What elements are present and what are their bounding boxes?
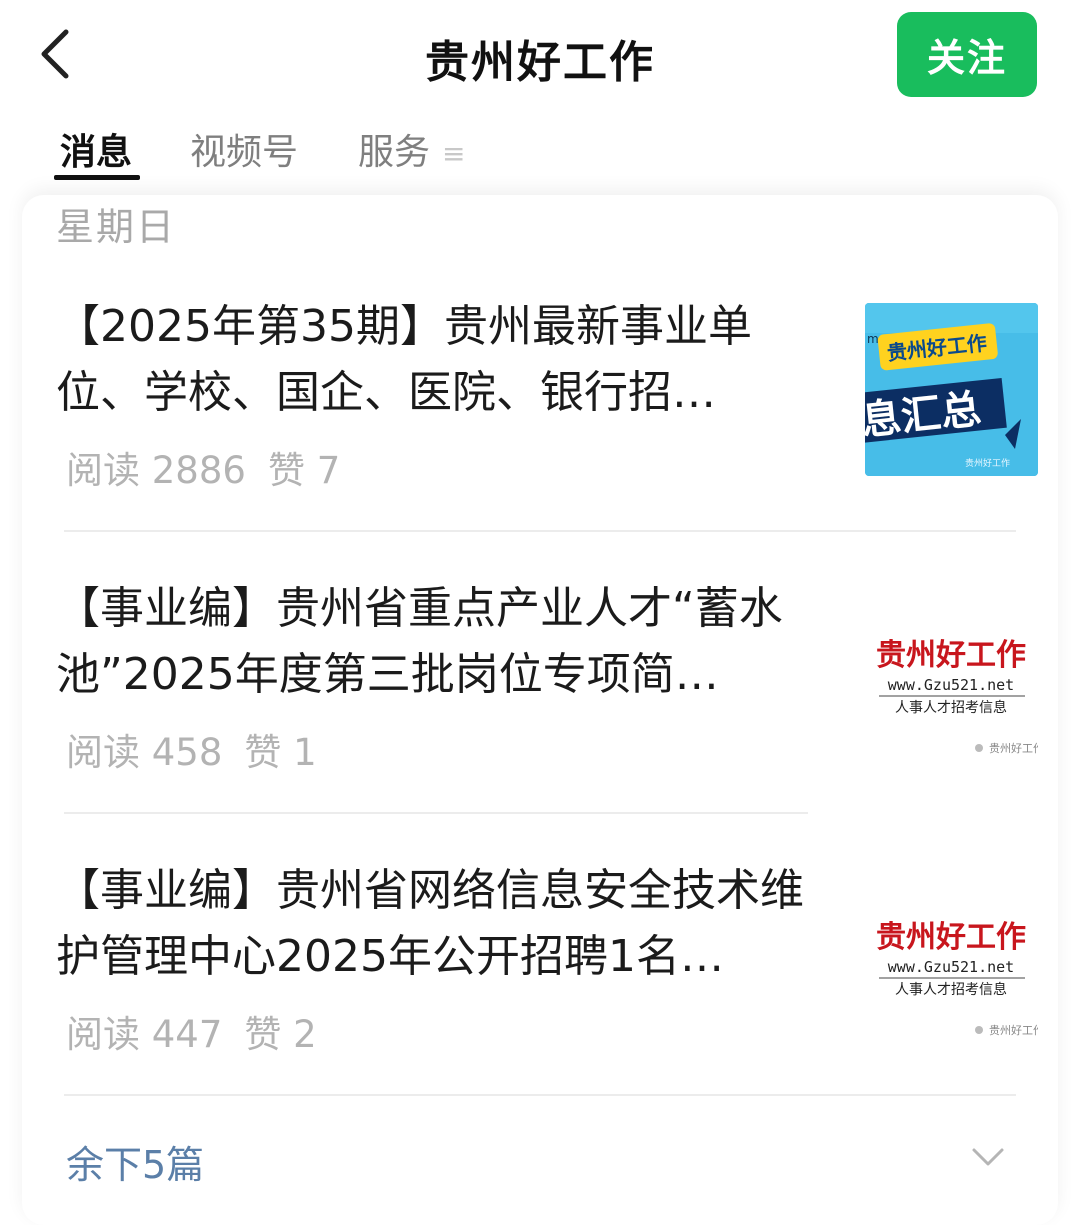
thumb-brand: 贵州好工作 — [876, 638, 1026, 673]
divider — [64, 530, 1016, 532]
read-count: 阅读 447 — [66, 1013, 223, 1056]
article-title[interactable]: 【事业编】贵州省网络信息安全技术维护管理中心2025年公开招聘1名… — [56, 858, 816, 990]
active-tab-indicator — [54, 175, 140, 180]
thumb-watermark: 贵州好工作 — [989, 1023, 1038, 1037]
corner-text: m — [867, 332, 879, 346]
logo-thumbnail-graphic: 贵州好工作 www.Gzu521.net 人事人才招考信息 贵州好工作 — [865, 590, 1038, 763]
tab-services[interactable]: 服务 — [358, 123, 430, 175]
back-arrow-icon[interactable] — [30, 22, 90, 86]
thumb-brand: 贵州好工作 — [876, 920, 1026, 955]
summary-thumbnail-graphic: m 贵州好工作 息汇总 贵州好工作 — [865, 303, 1038, 476]
account-title: 贵州好工作 — [425, 37, 655, 88]
article-thumbnail[interactable]: 贵州好工作 www.Gzu521.net 人事人才招考信息 贵州好工作 — [865, 590, 1038, 763]
thumb-tagline: 人事人才招考信息 — [895, 981, 1007, 998]
read-count: 阅读 2886 — [66, 449, 246, 492]
read-count: 阅读 458 — [66, 731, 223, 774]
tab-messages[interactable]: 消息 — [60, 123, 132, 175]
day-label: 星期日 — [56, 205, 177, 249]
article-stats: 阅读 2886 赞 7 — [66, 440, 362, 494]
like-count: 赞 7 — [267, 449, 341, 492]
thumb-watermark: 贵州好工作 — [989, 741, 1038, 755]
tab-video-channel[interactable]: 视频号 — [190, 123, 298, 175]
tab-bar: 消息 视频号 服务 ≡ — [0, 115, 1080, 185]
like-count: 赞 1 — [244, 731, 317, 774]
article-stats: 阅读 458 赞 1 — [66, 722, 339, 776]
divider — [64, 812, 808, 814]
chevron-down-icon[interactable] — [970, 1145, 1006, 1169]
article-thumbnail[interactable]: 贵州好工作 www.Gzu521.net 人事人才招考信息 贵州好工作 — [865, 872, 1038, 1045]
logo-thumbnail-graphic: 贵州好工作 www.Gzu521.net 人事人才招考信息 贵州好工作 — [865, 872, 1038, 1045]
article-stats: 阅读 447 赞 2 — [66, 1004, 339, 1058]
article-title[interactable]: 【事业编】贵州省重点产业人才“蓄水池”2025年度第三批岗位专项简… — [56, 576, 816, 708]
top-bar: 贵州好工作 关注 — [0, 0, 1080, 110]
thumb-watermark: 贵州好工作 — [965, 457, 1010, 469]
remaining-articles-link[interactable]: 余下5篇 — [66, 1134, 204, 1189]
thumb-tagline: 人事人才招考信息 — [895, 699, 1007, 716]
article-title[interactable]: 【2025年第35期】贵州最新事业单位、学校、国企、医院、银行招… — [56, 294, 816, 426]
thumb-url: www.Gzu521.net — [888, 676, 1014, 694]
follow-button[interactable]: 关注 — [897, 12, 1037, 97]
like-count: 赞 2 — [244, 1013, 317, 1056]
menu-lines-icon: ≡ — [442, 137, 466, 170]
article-thumbnail[interactable]: m 贵州好工作 息汇总 贵州好工作 — [865, 303, 1038, 476]
divider — [64, 1094, 1016, 1096]
thumb-url: www.Gzu521.net — [888, 958, 1014, 976]
